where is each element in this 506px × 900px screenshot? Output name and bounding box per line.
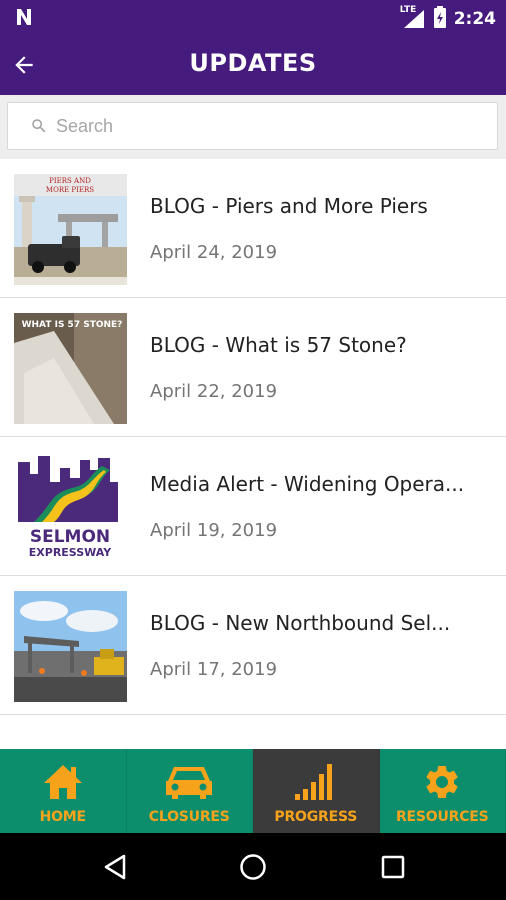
search-icon	[32, 119, 46, 133]
app-bar: UPDATES	[0, 35, 506, 95]
search-bar	[0, 95, 506, 159]
home-nav-button[interactable]	[236, 850, 270, 884]
triangle-back-icon	[104, 854, 126, 880]
nav-label: RESOURCES	[395, 809, 489, 825]
back-nav-button[interactable]	[98, 850, 132, 884]
clock: 2:24	[453, 9, 496, 29]
selmon-logo: SELMON EXPRESSWAY	[14, 452, 127, 563]
item-date: April 19, 2019	[150, 520, 278, 541]
system-nav-bar	[0, 833, 506, 900]
status-bar: LTE 2:24	[0, 0, 506, 35]
search-input[interactable]	[56, 115, 456, 137]
logo-text-line2: EXPRESSWAY	[29, 546, 112, 559]
item-title: BLOG - New Northbound Sel...	[150, 611, 451, 635]
gear-icon	[426, 766, 458, 798]
car-icon	[166, 767, 213, 799]
nav-label: PROGRESS	[274, 809, 358, 825]
circle-home-icon	[240, 854, 266, 880]
home-icon	[43, 765, 82, 799]
signal-bars-icon	[294, 764, 332, 800]
item-title: BLOG - What is 57 Stone?	[150, 333, 407, 357]
bottom-nav: HOME CLOSURES PROGRESS RESOURCES	[0, 749, 506, 833]
nav-closures[interactable]: CLOSURES	[127, 749, 253, 833]
battery-icon	[433, 6, 446, 32]
thumb-caption: WHAT IS 57 STONE?	[22, 320, 123, 330]
list-item[interactable]: BLOG - New Northbound Sel... April 17, 2…	[0, 576, 506, 715]
search-box[interactable]	[7, 102, 498, 150]
nav-home[interactable]: HOME	[0, 749, 127, 833]
item-date: April 22, 2019	[150, 381, 278, 402]
nav-progress[interactable]: PROGRESS	[253, 749, 380, 833]
updates-list: PIERS AND MORE PIERS BLOG - Piers and Mo…	[0, 159, 506, 749]
logo-text-line1: SELMON	[30, 527, 110, 547]
lte-signal-icon: LTE	[399, 5, 426, 30]
list-item-partial[interactable]	[0, 715, 506, 749]
item-date: April 24, 2019	[150, 242, 278, 263]
nav-label: HOME	[39, 809, 87, 825]
thumb-caption-line1: PIERS AND	[49, 177, 91, 185]
item-date: April 17, 2019	[150, 659, 278, 680]
construction-photo	[14, 591, 127, 702]
list-item[interactable]: SELMON EXPRESSWAY Media Alert - Widening…	[0, 437, 506, 576]
item-title: BLOG - Piers and More Piers	[150, 194, 428, 218]
page-title: UPDATES	[189, 49, 317, 77]
nav-label: CLOSURES	[148, 809, 230, 825]
stone-photo: WHAT IS 57 STONE?	[14, 313, 127, 424]
list-item[interactable]: PIERS AND MORE PIERS BLOG - Piers and Mo…	[0, 159, 506, 298]
recents-nav-button[interactable]	[376, 850, 410, 884]
selmon-logo-partial	[14, 730, 127, 749]
square-recents-icon	[381, 855, 405, 879]
piers-photo: PIERS AND MORE PIERS	[14, 174, 127, 285]
n-icon	[14, 7, 34, 31]
thumb-caption-line2: MORE PIERS	[46, 186, 94, 194]
nav-resources[interactable]: RESOURCES	[380, 749, 506, 833]
network-label: LTE	[399, 5, 417, 15]
list-item[interactable]: WHAT IS 57 STONE? BLOG - What is 57 Ston…	[0, 298, 506, 437]
item-title: Media Alert - Widening Opera...	[150, 472, 465, 496]
